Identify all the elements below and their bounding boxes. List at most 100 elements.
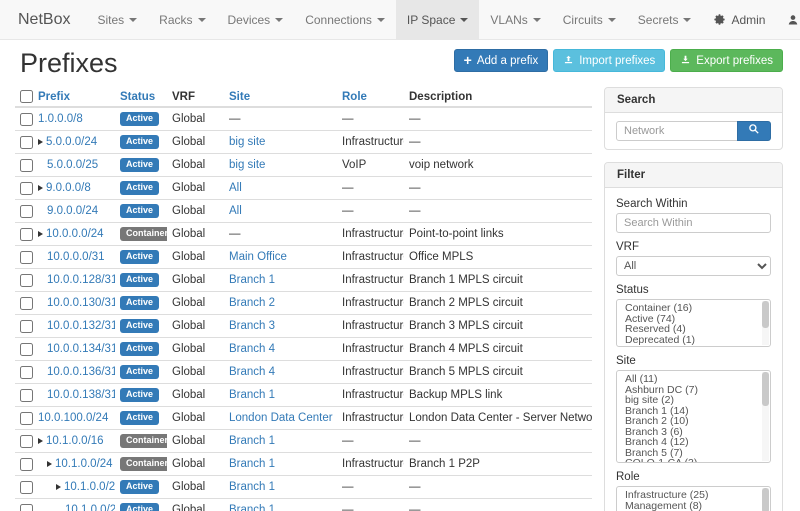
prefix-link[interactable]: 10.0.0.130/31 bbox=[47, 297, 115, 309]
row-checkbox[interactable] bbox=[20, 343, 33, 356]
site-option[interactable]: Branch 1 (14) bbox=[617, 406, 770, 417]
status-option[interactable]: Deprecated (1) bbox=[617, 335, 770, 346]
row-checkbox[interactable] bbox=[20, 435, 33, 448]
site-option[interactable]: Branch 3 (6) bbox=[617, 427, 770, 438]
admin-link[interactable]: Admin bbox=[702, 0, 776, 39]
row-checkbox[interactable] bbox=[20, 205, 33, 218]
select-all-checkbox[interactable] bbox=[20, 90, 33, 103]
row-checkbox[interactable] bbox=[20, 228, 33, 241]
role-option[interactable]: Management (8) bbox=[617, 501, 770, 511]
row-checkbox[interactable] bbox=[20, 412, 33, 425]
site-option[interactable]: Branch 4 (12) bbox=[617, 437, 770, 448]
row-checkbox[interactable] bbox=[20, 159, 33, 172]
site-link[interactable]: Branch 4 bbox=[229, 366, 275, 378]
status-option[interactable]: Reserved (4) bbox=[617, 324, 770, 335]
header-status[interactable]: Status bbox=[115, 87, 167, 107]
prefix-link[interactable]: 10.0.0.138/31 bbox=[47, 389, 115, 401]
row-checkbox[interactable] bbox=[20, 251, 33, 264]
prefix-link[interactable]: 10.0.0.0/31 bbox=[47, 251, 105, 263]
nav-item-connections[interactable]: Connections bbox=[294, 0, 396, 39]
header-prefix[interactable]: Prefix bbox=[33, 87, 115, 107]
site-option[interactable]: Ashburn DC (7) bbox=[617, 385, 770, 396]
prefix-link[interactable]: 10.0.0.0/24 bbox=[46, 228, 104, 240]
site-link[interactable]: Branch 4 bbox=[229, 343, 275, 355]
row-checkbox[interactable] bbox=[20, 320, 33, 333]
row-checkbox[interactable] bbox=[20, 458, 33, 471]
nav-item-sites[interactable]: Sites bbox=[86, 0, 148, 39]
row-checkbox[interactable] bbox=[20, 274, 33, 287]
brand-link[interactable]: NetBox bbox=[0, 0, 86, 39]
row-checkbox[interactable] bbox=[20, 297, 33, 310]
prefix-link[interactable]: 10.0.0.136/31 bbox=[47, 366, 115, 378]
profile-link[interactable]: Profile bbox=[776, 0, 800, 39]
scrollbar[interactable] bbox=[762, 372, 769, 461]
prefix-link[interactable]: 10.0.0.128/31 bbox=[47, 274, 115, 286]
site-link[interactable]: Branch 1 bbox=[229, 435, 275, 447]
row-checkbox[interactable] bbox=[20, 389, 33, 402]
status-option[interactable]: Active (74) bbox=[617, 314, 770, 325]
export-prefixes-button[interactable]: Export prefixes bbox=[670, 49, 783, 72]
expand-caret-icon[interactable] bbox=[38, 231, 43, 237]
prefix-link[interactable]: 5.0.0.0/25 bbox=[47, 159, 98, 171]
prefix-link[interactable]: 10.1.0.0/25 bbox=[64, 481, 115, 493]
nav-item-racks[interactable]: Racks bbox=[148, 0, 216, 39]
search-within-input[interactable] bbox=[616, 213, 771, 233]
site-link[interactable]: big site bbox=[229, 159, 265, 171]
header-role[interactable]: Role bbox=[337, 87, 404, 107]
nav-item-circuits[interactable]: Circuits bbox=[552, 0, 627, 39]
prefix-link[interactable]: 9.0.0.0/8 bbox=[46, 182, 91, 194]
site-link[interactable]: Branch 1 bbox=[229, 481, 275, 493]
site-link[interactable]: London Data Center bbox=[229, 412, 333, 424]
site-link[interactable]: Branch 1 bbox=[229, 389, 275, 401]
row-checkbox[interactable] bbox=[20, 113, 33, 126]
header-site[interactable]: Site bbox=[224, 87, 337, 107]
status-filter-listbox[interactable]: Container (16)Active (74)Reserved (4)Dep… bbox=[616, 299, 771, 347]
expand-caret-icon[interactable] bbox=[38, 438, 43, 444]
site-option[interactable]: Branch 2 (10) bbox=[617, 416, 770, 427]
nav-item-ip-space[interactable]: IP Space bbox=[396, 0, 479, 39]
site-link[interactable]: Branch 1 bbox=[229, 504, 275, 511]
nav-item-devices[interactable]: Devices bbox=[217, 0, 295, 39]
expand-caret-icon[interactable] bbox=[47, 461, 52, 467]
site-link[interactable]: Branch 3 bbox=[229, 320, 275, 332]
prefix-link[interactable]: 10.0.0.134/31 bbox=[47, 343, 115, 355]
site-link[interactable]: Branch 1 bbox=[229, 274, 275, 286]
search-input[interactable] bbox=[616, 121, 738, 141]
nav-item-vlans[interactable]: VLANs bbox=[479, 0, 551, 39]
status-option[interactable]: Container (16) bbox=[617, 303, 770, 314]
add-prefix-button[interactable]: + Add a prefix bbox=[454, 49, 549, 72]
prefix-link[interactable]: 1.0.0.0/8 bbox=[38, 113, 83, 125]
site-option[interactable]: All (11) bbox=[617, 374, 770, 385]
site-link[interactable]: Main Office bbox=[229, 251, 287, 263]
site-link[interactable]: Branch 1 bbox=[229, 458, 275, 470]
site-link[interactable]: All bbox=[229, 182, 242, 194]
import-prefixes-button[interactable]: Import prefixes bbox=[553, 49, 665, 72]
site-option[interactable]: big site (2) bbox=[617, 395, 770, 406]
expand-caret-icon[interactable] bbox=[38, 185, 43, 191]
search-button[interactable] bbox=[737, 121, 771, 141]
prefix-link[interactable]: 5.0.0.0/24 bbox=[46, 136, 97, 148]
prefix-link[interactable]: 9.0.0.0/24 bbox=[47, 205, 98, 217]
expand-caret-icon[interactable] bbox=[38, 139, 43, 145]
site-link[interactable]: big site bbox=[229, 136, 265, 148]
prefix-link[interactable]: 10.0.0.132/31 bbox=[47, 320, 115, 332]
site-link[interactable]: Branch 2 bbox=[229, 297, 275, 309]
site-option[interactable]: Branch 5 (7) bbox=[617, 448, 770, 459]
prefix-link[interactable]: 10.1.0.0/26 bbox=[65, 504, 115, 511]
row-checkbox[interactable] bbox=[20, 504, 33, 511]
role-option[interactable]: Infrastructure (25) bbox=[617, 490, 770, 501]
role-filter-listbox[interactable]: Infrastructure (25)Management (8)Private… bbox=[616, 486, 771, 511]
site-link[interactable]: All bbox=[229, 205, 242, 217]
row-checkbox[interactable] bbox=[20, 136, 33, 149]
nav-item-secrets[interactable]: Secrets bbox=[627, 0, 703, 39]
site-filter-listbox[interactable]: All (11)Ashburn DC (7)big site (2)Branch… bbox=[616, 370, 771, 463]
site-option[interactable]: COLO-1-CA (3) bbox=[617, 458, 770, 463]
expand-caret-icon[interactable] bbox=[56, 484, 61, 490]
vrf-select[interactable]: All bbox=[616, 256, 771, 276]
prefix-link[interactable]: 10.1.0.0/24 bbox=[55, 458, 113, 470]
row-checkbox[interactable] bbox=[20, 182, 33, 195]
row-checkbox[interactable] bbox=[20, 366, 33, 379]
prefix-link[interactable]: 10.1.0.0/16 bbox=[46, 435, 104, 447]
row-checkbox[interactable] bbox=[20, 481, 33, 494]
scrollbar[interactable] bbox=[762, 301, 769, 345]
